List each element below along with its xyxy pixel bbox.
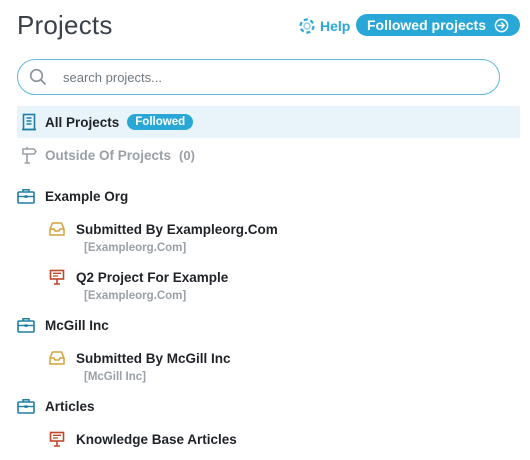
org-item[interactable]: Example Org bbox=[17, 184, 128, 208]
arrow-right-circle-icon bbox=[494, 18, 509, 33]
inbox-org-caption: [Exampleorg.Com] bbox=[84, 242, 187, 254]
org-label: McGill Inc bbox=[45, 317, 109, 333]
briefcase-icon bbox=[17, 316, 35, 334]
help-label: Help bbox=[320, 18, 351, 34]
help-icon bbox=[298, 17, 316, 35]
all-projects-item[interactable]: All Projects Followed bbox=[17, 106, 520, 138]
presentation-board-icon bbox=[48, 430, 66, 448]
all-projects-label: All Projects bbox=[45, 114, 120, 130]
inbox-icon bbox=[48, 349, 66, 367]
inbox-label: Submitted By McGill Inc bbox=[76, 350, 231, 366]
briefcase-icon bbox=[17, 187, 35, 205]
followed-badge: Followed bbox=[127, 114, 194, 130]
page-title: Projects bbox=[17, 10, 113, 40]
org-item[interactable]: McGill Inc bbox=[17, 313, 109, 337]
presentation-board-icon bbox=[48, 268, 66, 286]
followed-projects-button[interactable]: Followed projects bbox=[356, 14, 520, 36]
org-item[interactable]: Articles bbox=[17, 394, 95, 418]
org-label: Articles bbox=[45, 398, 95, 414]
briefcase-icon bbox=[17, 397, 35, 415]
search-icon bbox=[29, 68, 47, 86]
project-label: Q2 Project For Example bbox=[76, 269, 229, 285]
search-input[interactable] bbox=[61, 68, 465, 86]
search-box[interactable] bbox=[17, 59, 500, 95]
outside-projects-count: (0) bbox=[179, 147, 195, 163]
project-org-caption: [Exampleorg.Com] bbox=[84, 290, 187, 302]
signpost-icon bbox=[20, 146, 38, 164]
inbox-item[interactable]: Submitted By McGill Inc bbox=[48, 346, 231, 370]
help-link[interactable]: Help bbox=[298, 16, 350, 36]
followed-projects-label: Followed projects bbox=[366, 17, 486, 33]
inbox-item[interactable]: Submitted By Exampleorg.Com bbox=[48, 217, 278, 241]
inbox-icon bbox=[48, 220, 66, 238]
project-label: Knowledge Base Articles bbox=[76, 431, 237, 447]
project-item[interactable]: Knowledge Base Articles bbox=[48, 427, 237, 451]
outside-projects-label: Outside Of Projects bbox=[45, 147, 172, 163]
outside-projects-item[interactable]: Outside Of Projects (0) bbox=[17, 143, 195, 167]
building-icon bbox=[20, 113, 38, 131]
project-item[interactable]: Q2 Project For Example bbox=[48, 265, 228, 289]
inbox-label: Submitted By Exampleorg.Com bbox=[76, 221, 278, 237]
inbox-org-caption: [McGill Inc] bbox=[84, 371, 146, 383]
org-label: Example Org bbox=[45, 188, 129, 204]
